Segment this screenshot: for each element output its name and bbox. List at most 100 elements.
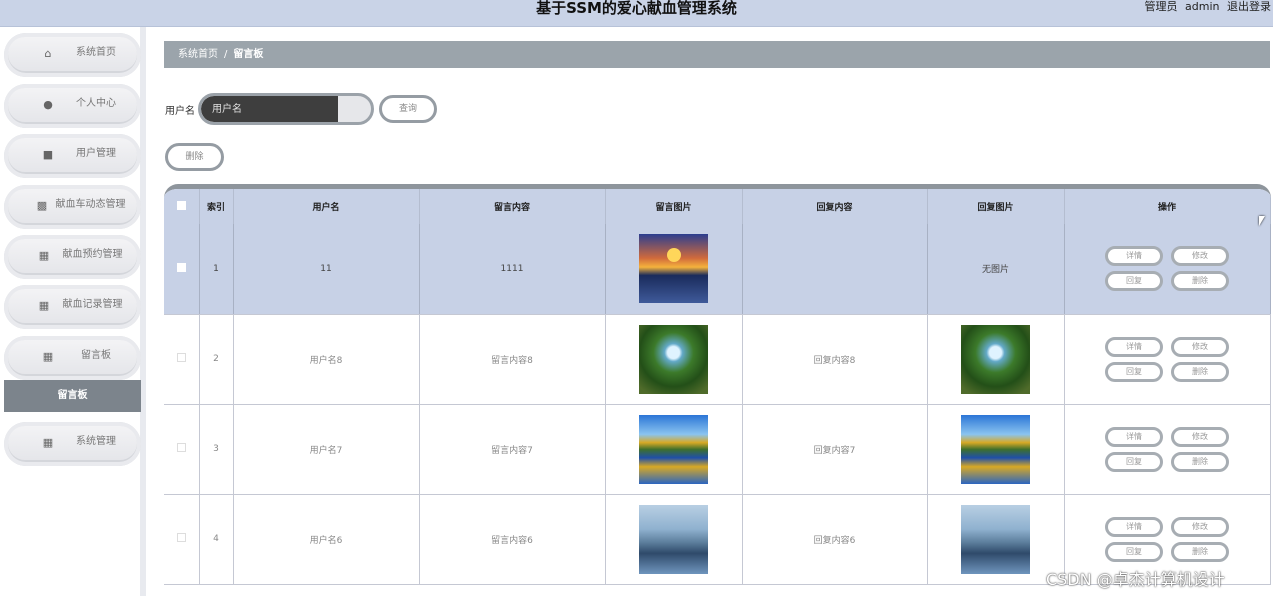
detail-button[interactable]: 详情 xyxy=(1105,336,1163,357)
cell-content: 留言内容6 xyxy=(419,494,606,585)
message-image xyxy=(639,504,708,574)
breadcrumb-home[interactable]: 系统首页 xyxy=(178,49,218,60)
sidebar-item-label: 献血车动态管理 xyxy=(55,199,126,210)
sidebar: ⌂ 系统首页 ● 个人中心 ■ 用户管理 ▩ 献血车动态管理 ▦ 献血预约管理 … xyxy=(0,27,146,596)
breadcrumb-separator: / xyxy=(224,49,228,60)
search-input[interactable] xyxy=(201,96,338,122)
row-actions: 详情 修改 回复 删除 xyxy=(1065,426,1270,472)
cell-reply xyxy=(742,224,928,315)
user-role: 管理员 xyxy=(1144,0,1178,13)
select-all-cell xyxy=(164,189,200,224)
sidebar-item-label: 系统首页 xyxy=(76,47,116,58)
column-header: 留言内容 xyxy=(419,189,606,224)
column-header: 用户名 xyxy=(233,189,420,224)
column-header: 回复内容 xyxy=(742,189,928,224)
detail-button[interactable]: 详情 xyxy=(1105,426,1163,447)
row-checkbox[interactable] xyxy=(176,353,186,362)
delete-button[interactable]: 删除 xyxy=(1171,271,1229,292)
column-header: 回复图片 xyxy=(927,189,1065,224)
message-table: 索引 用户名 留言内容 留言图片 回复内容 回复图片 操作 1 11 1111 … xyxy=(164,184,1271,596)
reply-image xyxy=(961,324,1030,394)
row-checkbox[interactable] xyxy=(176,262,186,272)
sidebar-item-system[interactable]: ▦ 系统管理 xyxy=(4,422,141,466)
edit-button[interactable]: 修改 xyxy=(1171,336,1229,357)
reply-button[interactable]: 回复 xyxy=(1105,451,1163,472)
submenu-item-messages[interactable]: 留言板 xyxy=(4,380,141,412)
cell-index: 2 xyxy=(199,314,234,405)
sidebar-item-appointments[interactable]: ▦ 献血预约管理 xyxy=(4,235,141,279)
grid-icon: ▦ xyxy=(42,436,54,449)
row-actions: 详情 修改 回复 删除 xyxy=(1065,336,1270,382)
cell-index: 4 xyxy=(199,494,234,585)
row-checkbox[interactable] xyxy=(176,443,186,452)
username: admin xyxy=(1185,0,1220,13)
grid-icon: ▦ xyxy=(38,299,50,312)
reply-button[interactable]: 回复 xyxy=(1105,271,1163,292)
message-image xyxy=(639,234,708,304)
column-header: 留言图片 xyxy=(605,189,743,224)
sidebar-item-messages[interactable]: ▦ 留言板 xyxy=(4,336,141,380)
sidebar-item-label: 系统管理 xyxy=(76,436,116,447)
logout-link[interactable]: 退出登录 xyxy=(1227,0,1271,13)
search-label: 用户名 xyxy=(165,106,195,117)
sidebar-item-bus-news[interactable]: ▩ 献血车动态管理 xyxy=(4,185,141,229)
select-all-checkbox[interactable] xyxy=(176,200,186,210)
breadcrumb: 系统首页 / 留言板 xyxy=(164,41,1270,68)
table-row[interactable]: 3 用户名7 留言内容7 回复内容7 详情 修改 回复 删除 xyxy=(164,404,1271,495)
sidebar-item-label: 个人中心 xyxy=(76,98,116,109)
sidebar-item-label: 献血记录管理 xyxy=(62,299,123,310)
delete-button[interactable]: 删除 xyxy=(1171,361,1229,382)
monitor-icon: ■ xyxy=(42,148,54,161)
edit-button[interactable]: 修改 xyxy=(1171,426,1229,447)
cell-content: 留言内容7 xyxy=(419,404,606,495)
detail-button[interactable]: 详情 xyxy=(1105,516,1163,537)
top-header: 基于SSM的爱心献血管理系统 管理员 admin 退出登录 xyxy=(0,0,1273,27)
sidebar-item-records[interactable]: ▦ 献血记录管理 xyxy=(4,285,141,329)
sidebar-item-label: 用户管理 xyxy=(76,148,116,159)
cell-content: 留言内容8 xyxy=(419,314,606,405)
sidebar-item-profile[interactable]: ● 个人中心 xyxy=(4,84,141,128)
delete-button[interactable]: 删除 xyxy=(1171,451,1229,472)
edit-button[interactable]: 修改 xyxy=(1171,246,1229,267)
cell-index: 3 xyxy=(199,404,234,495)
cell-reply: 回复内容6 xyxy=(742,494,928,585)
table-header-row: 索引 用户名 留言内容 留言图片 回复内容 回复图片 操作 xyxy=(164,189,1271,224)
cell-index: 1 xyxy=(199,224,234,315)
edit-button[interactable]: 修改 xyxy=(1171,516,1229,537)
user-info: 管理员 admin 退出登录 xyxy=(1141,0,1271,14)
cell-username: 用户名7 xyxy=(233,404,420,495)
sidebar-item-label: 献血预约管理 xyxy=(62,249,123,260)
sidebar-item-home[interactable]: ⌂ 系统首页 xyxy=(4,33,141,77)
grid-icon: ▦ xyxy=(42,350,54,363)
column-header: 操作 xyxy=(1064,189,1271,224)
search-button[interactable]: 查询 xyxy=(379,95,437,123)
sidebar-item-users[interactable]: ■ 用户管理 xyxy=(4,134,141,178)
reply-image xyxy=(961,504,1030,574)
watermark: CSDN @卓杰计算机设计 xyxy=(1046,570,1225,589)
delete-button[interactable]: 删除 xyxy=(1171,541,1229,562)
cell-reply-image-none: 无图片 xyxy=(927,224,1065,315)
reply-image xyxy=(961,414,1030,484)
sidebar-item-label: 留言板 xyxy=(81,350,111,361)
chart-icon: ▩ xyxy=(36,199,48,212)
search-box xyxy=(198,93,374,125)
cell-reply: 回复内容7 xyxy=(742,404,928,495)
table-row[interactable]: 2 用户名8 留言内容8 回复内容8 详情 修改 回复 删除 xyxy=(164,314,1271,405)
home-icon: ⌂ xyxy=(44,47,52,60)
row-checkbox[interactable] xyxy=(176,533,186,542)
table-row[interactable]: 1 11 1111 无图片 详情 修改 回复 删除 xyxy=(164,224,1271,315)
cell-username: 用户名6 xyxy=(233,494,420,585)
user-icon: ● xyxy=(43,98,53,111)
detail-button[interactable]: 详情 xyxy=(1105,246,1163,267)
message-image xyxy=(639,324,708,394)
batch-delete-button[interactable]: 删除 xyxy=(165,143,224,171)
row-actions: 详情 修改 回复 删除 xyxy=(1065,516,1270,562)
cell-username: 用户名8 xyxy=(233,314,420,405)
app-title: 基于SSM的爱心献血管理系统 xyxy=(536,0,737,17)
cell-username: 11 xyxy=(233,224,420,315)
reply-button[interactable]: 回复 xyxy=(1105,541,1163,562)
grid-icon: ▦ xyxy=(38,249,50,262)
cell-reply: 回复内容8 xyxy=(742,314,928,405)
reply-button[interactable]: 回复 xyxy=(1105,361,1163,382)
column-header: 索引 xyxy=(199,189,234,224)
